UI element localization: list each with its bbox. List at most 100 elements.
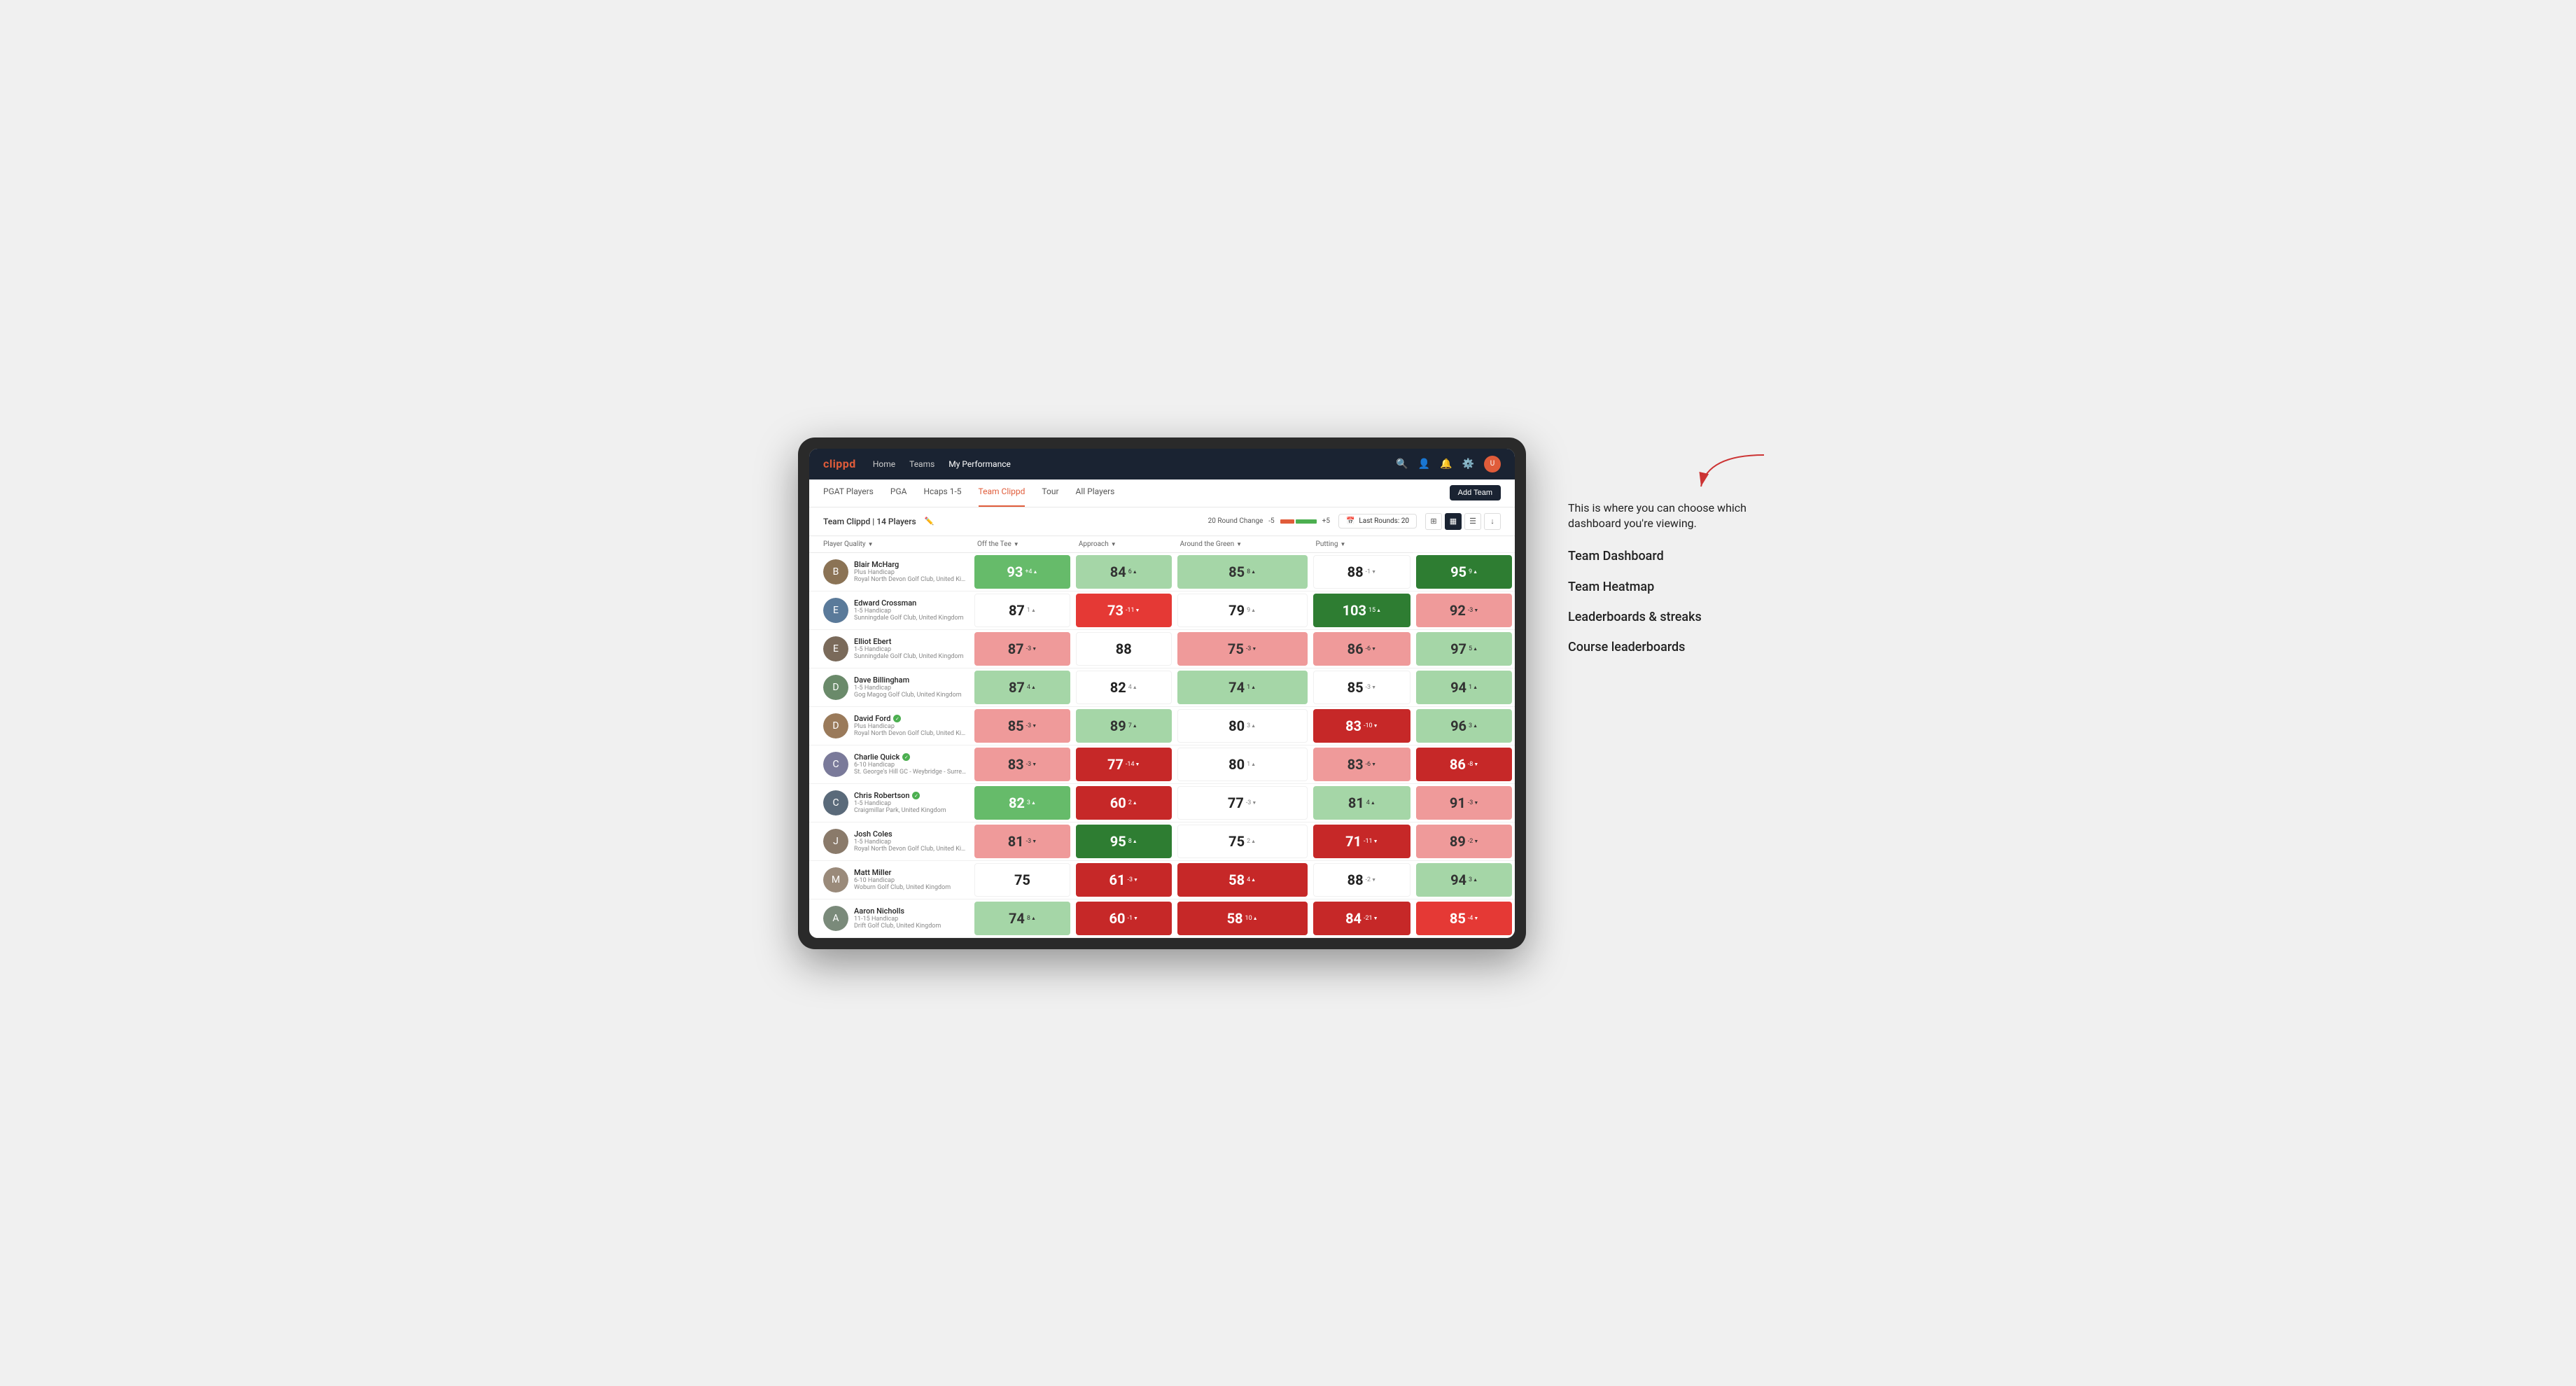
player-club: Royal North Devon Golf Club, United King… — [854, 730, 966, 737]
player-name[interactable]: Aaron Nicholls — [854, 906, 904, 916]
score-cell: 75 -3▼ — [1177, 632, 1308, 666]
player-handicap: 6-10 Handicap — [854, 762, 966, 769]
player-name[interactable]: Edward Crossman — [854, 598, 916, 608]
score-cell: 74 8▲ — [974, 902, 1070, 935]
user-icon[interactable]: 👤 — [1418, 458, 1430, 470]
sub-nav-all-players[interactable]: All Players — [1076, 479, 1115, 507]
off-tee-sort[interactable]: ▼ — [1014, 541, 1019, 547]
team-name: Team Clippd | 14 Players — [823, 517, 916, 526]
last-rounds-button[interactable]: 📅 Last Rounds: 20 — [1338, 514, 1417, 528]
player-avatar[interactable]: C — [823, 752, 848, 777]
player-name[interactable]: Charlie Quick — [854, 752, 899, 762]
putting-sort[interactable]: ▼ — [1340, 541, 1345, 547]
player-name[interactable]: David Ford — [854, 714, 890, 723]
player-info: C Chris Robertson ✓ 1-5 Handicap Craigmi… — [823, 790, 966, 816]
player-details: David Ford ✓ Plus Handicap Royal North D… — [854, 714, 966, 737]
player-avatar[interactable]: B — [823, 559, 848, 584]
score-cell: 81 -3▼ — [974, 825, 1070, 858]
player-avatar[interactable]: A — [823, 906, 848, 931]
player-info: J Josh Coles 1-5 Handicap Royal North De… — [823, 829, 966, 854]
player-info: D Dave Billingham 1-5 Handicap Gog Magog… — [823, 675, 966, 700]
table-row: D David Ford ✓ Plus Handicap Royal North… — [809, 706, 1515, 745]
player-info: A Aaron Nicholls 11-15 Handicap Drift Go… — [823, 906, 966, 931]
player-club: Craigmillar Park, United Kingdom — [854, 807, 946, 814]
player-club: St. George's Hill GC - Weybridge - Surre… — [854, 769, 966, 776]
player-handicap: Plus Handicap — [854, 569, 966, 576]
grid-view-icon[interactable]: ⊞ — [1425, 513, 1442, 530]
score-cell: 75 — [974, 863, 1070, 897]
change-high: +5 — [1322, 517, 1330, 525]
change-low: -5 — [1268, 517, 1274, 525]
player-avatar[interactable]: D — [823, 675, 848, 700]
sub-nav-tour[interactable]: Tour — [1042, 479, 1058, 507]
player-quality-sort[interactable]: ▼ — [868, 541, 874, 547]
nav-link-home[interactable]: Home — [873, 456, 895, 472]
player-avatar[interactable]: E — [823, 636, 848, 662]
player-avatar[interactable]: D — [823, 713, 848, 738]
score-cell: 58 10▲ — [1177, 902, 1308, 935]
player-avatar[interactable]: M — [823, 867, 848, 892]
add-team-button[interactable]: Add Team — [1450, 485, 1501, 500]
player-handicap: 1-5 Handicap — [854, 646, 963, 653]
sub-nav-team-clippd[interactable]: Team Clippd — [979, 479, 1026, 507]
table-row: M Matt Miller 6-10 Handicap Woburn Golf … — [809, 860, 1515, 899]
user-avatar[interactable]: U — [1484, 456, 1501, 472]
score-cell: 60 -1▼ — [1076, 902, 1172, 935]
player-club: Woburn Golf Club, United Kingdom — [854, 884, 951, 891]
sub-nav-pgat[interactable]: PGAT Players — [823, 479, 874, 507]
tablet-frame: clippd Home Teams My Performance 🔍 👤 🔔 ⚙… — [798, 438, 1526, 949]
annotation-arrow — [1568, 451, 1778, 493]
score-cell: 88 — [1076, 632, 1172, 666]
score-cell: 87 -3▼ — [974, 632, 1070, 666]
sub-nav-pga[interactable]: PGA — [890, 479, 907, 507]
score-cell: 88 -2▼ — [1313, 863, 1411, 897]
player-handicap: 6-10 Handicap — [854, 877, 951, 884]
list-view-icon[interactable]: ☰ — [1464, 513, 1481, 530]
around-green-sort[interactable]: ▼ — [1236, 541, 1242, 547]
player-name[interactable]: Chris Robertson — [854, 791, 909, 800]
player-avatar[interactable]: J — [823, 829, 848, 854]
settings-icon[interactable]: ⚙️ — [1462, 458, 1474, 470]
nav-link-teams[interactable]: Teams — [909, 456, 934, 472]
annotation-item-1: Team Dashboard — [1568, 548, 1778, 564]
score-cell: 80 3▲ — [1177, 709, 1308, 743]
score-cell: 75 2▲ — [1177, 825, 1308, 858]
player-name[interactable]: Josh Coles — [854, 830, 892, 839]
data-table: Player Quality ▼ Off the Tee ▼ — [809, 536, 1515, 938]
player-name[interactable]: Blair McHarg — [854, 560, 899, 569]
score-cell: 87 1▲ — [974, 594, 1070, 627]
heatmap-view-icon[interactable]: ▦ — [1445, 513, 1462, 530]
approach-sort[interactable]: ▼ — [1111, 541, 1116, 547]
bell-icon[interactable]: 🔔 — [1440, 458, 1452, 470]
tablet-screen: clippd Home Teams My Performance 🔍 👤 🔔 ⚙… — [809, 449, 1515, 938]
player-avatar[interactable]: E — [823, 598, 848, 623]
search-icon[interactable]: 🔍 — [1396, 458, 1408, 470]
sub-nav-hcaps[interactable]: Hcaps 1-5 — [923, 479, 961, 507]
score-cell: 87 4▲ — [974, 671, 1070, 704]
player-name[interactable]: Dave Billingham — [854, 676, 909, 685]
annotation-item-3: Leaderboards & streaks — [1568, 609, 1778, 625]
player-quality-label[interactable]: Player Quality — [823, 540, 866, 548]
score-cell: 94 1▲ — [1416, 671, 1512, 704]
page-wrapper: clippd Home Teams My Performance 🔍 👤 🔔 ⚙… — [798, 438, 1778, 949]
annotation-item-2: Team Heatmap — [1568, 579, 1778, 595]
player-avatar[interactable]: C — [823, 790, 848, 816]
change-bar — [1280, 519, 1317, 524]
player-name[interactable]: Elliot Ebert — [854, 637, 891, 646]
score-cell: 89 7▲ — [1076, 709, 1172, 743]
arrow-svg — [1694, 451, 1778, 493]
nav-link-my-performance[interactable]: My Performance — [948, 456, 1011, 472]
verified-icon: ✓ — [893, 715, 901, 722]
score-cell: 83 -6▼ — [1313, 748, 1411, 781]
player-name[interactable]: Matt Miller — [854, 868, 891, 877]
player-handicap: 11-15 Handicap — [854, 916, 941, 923]
table-row: A Aaron Nicholls 11-15 Handicap Drift Go… — [809, 899, 1515, 937]
score-cell: 82 4▲ — [1076, 671, 1172, 704]
round-change-label: 20 Round Change — [1208, 517, 1264, 525]
player-details: Matt Miller 6-10 Handicap Woburn Golf Cl… — [854, 868, 951, 891]
bar-green — [1296, 519, 1317, 524]
download-icon[interactable]: ↓ — [1484, 513, 1501, 530]
verified-icon: ✓ — [912, 792, 920, 799]
score-cell: 92 -3▼ — [1416, 594, 1512, 627]
edit-icon[interactable]: ✏️ — [925, 517, 934, 526]
